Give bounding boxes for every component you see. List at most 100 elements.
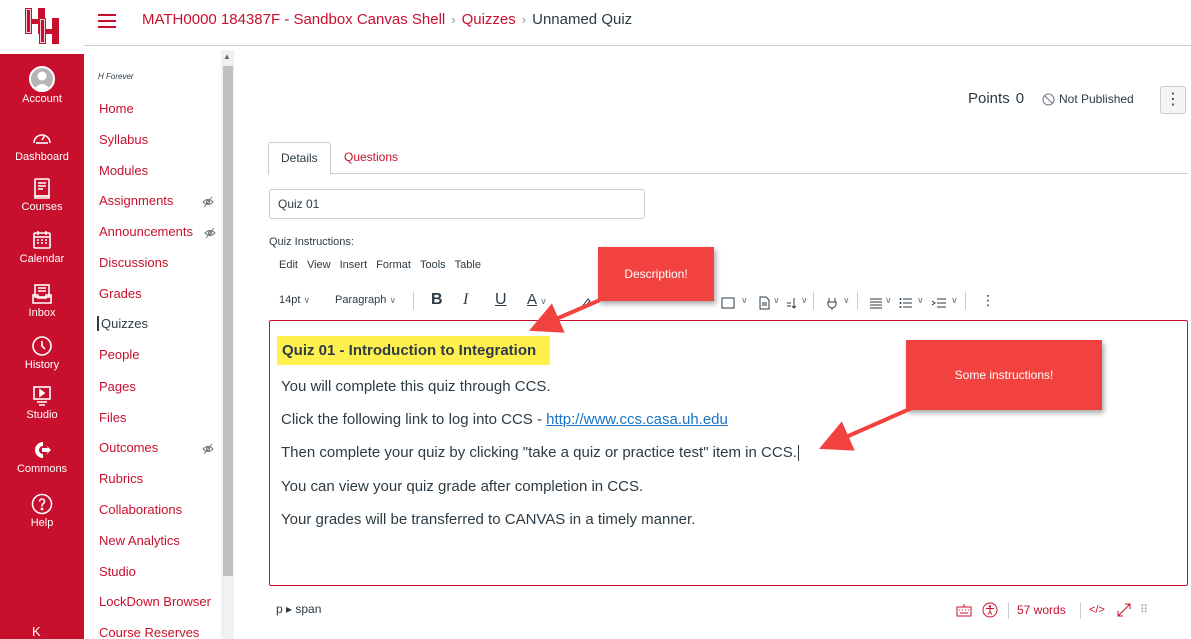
gnav-calendar[interactable]: Calendar xyxy=(0,228,84,266)
fullscreen-expand-icon[interactable] xyxy=(1116,602,1132,618)
gnav-account[interactable]: Account xyxy=(0,66,84,106)
more-toolbar-icon[interactable]: ⋮ xyxy=(981,290,995,310)
course-nav-assignments[interactable]: Assignments xyxy=(99,193,173,208)
course-nav-home[interactable]: Home xyxy=(99,101,134,116)
chevron-down-icon[interactable]: ∨ xyxy=(843,290,850,310)
gnav-inbox[interactable]: Inbox xyxy=(0,282,84,320)
statusbar-divider xyxy=(1080,602,1081,619)
block-format-select[interactable]: Paragraph ∨ xyxy=(335,290,396,310)
course-nav-collaborations[interactable]: Collaborations xyxy=(99,502,182,517)
chevron-down-icon: ∨ xyxy=(540,296,547,306)
commons-icon xyxy=(30,438,54,462)
text-color-button[interactable]: A ∨ xyxy=(527,290,547,310)
align-icon[interactable] xyxy=(869,293,883,313)
course-nav-quizzes[interactable]: Quizzes xyxy=(97,316,148,331)
gnav-help[interactable]: Help xyxy=(0,492,84,530)
underline-button[interactable]: U xyxy=(495,290,507,310)
inbox-icon xyxy=(30,282,54,306)
course-nav-course-reserves[interactable]: Course Reserves xyxy=(99,625,199,639)
italic-button[interactable]: I xyxy=(463,290,468,310)
course-nav-modules[interactable]: Modules xyxy=(99,163,148,178)
gnav-courses-label: Courses xyxy=(21,201,63,213)
element-path[interactable]: p ▸ span xyxy=(276,602,321,616)
menu-view[interactable]: View xyxy=(307,259,331,271)
gnav-dashboard-label: Dashboard xyxy=(15,151,69,163)
resize-handle-icon[interactable]: ⠿ xyxy=(1140,600,1148,620)
font-size-select[interactable]: 14pt ∨ xyxy=(279,290,310,310)
html-editor-toggle[interactable]: </> xyxy=(1089,600,1105,620)
not-published-icon xyxy=(1042,93,1055,105)
embed-plugin-icon[interactable] xyxy=(825,293,839,313)
points-label: Points xyxy=(968,90,1010,107)
bold-button[interactable]: B xyxy=(431,290,443,310)
menu-insert[interactable]: Insert xyxy=(340,259,368,271)
editor-menubar: Edit View Insert Format Tools Table xyxy=(279,259,481,271)
quiz-title-input[interactable] xyxy=(269,189,645,219)
course-nav-rubrics[interactable]: Rubrics xyxy=(99,471,143,486)
gnav-account-label: Account xyxy=(22,93,62,105)
quiz-options-button[interactable]: ⋮ xyxy=(1160,86,1186,114)
course-nav-studio[interactable]: Studio xyxy=(99,564,136,579)
course-nav-new-analytics[interactable]: New Analytics xyxy=(99,533,180,548)
indent-icon[interactable] xyxy=(931,293,947,313)
chevron-down-icon[interactable]: ∨ xyxy=(741,290,748,310)
page-header: MATH0000 184387F - Sandbox Canvas Shell ›… xyxy=(84,0,1191,46)
keyboard-icon[interactable] xyxy=(956,603,972,617)
course-nav-scrollbar-thumb[interactable] xyxy=(223,66,233,576)
course-nav-grades[interactable]: Grades xyxy=(99,286,142,301)
instruction-paragraph-2: Click the following link to log into CCS… xyxy=(281,411,728,428)
highlight-pen-icon[interactable] xyxy=(579,293,593,313)
course-nav-syllabus[interactable]: Syllabus xyxy=(99,132,148,147)
course-nav-announcements[interactable]: Announcements xyxy=(99,224,193,239)
hidden-eye-icon xyxy=(202,196,214,208)
breadcrumb-quizzes-link[interactable]: Quizzes xyxy=(462,11,516,28)
gnav-commons[interactable]: Commons xyxy=(0,438,84,476)
word-count[interactable]: 57 words xyxy=(1017,600,1066,620)
course-nav-lockdown-browser[interactable]: LockDown Browser xyxy=(99,594,211,609)
menu-edit[interactable]: Edit xyxy=(279,259,298,271)
chevron-down-icon[interactable]: ∨ xyxy=(773,290,780,310)
gnav-studio[interactable]: Studio xyxy=(0,384,84,422)
accessibility-icon[interactable] xyxy=(982,602,998,618)
collapse-nav-button[interactable]: K xyxy=(32,624,41,639)
instruction-paragraph-3-text: Then complete your quiz by clicking "tak… xyxy=(281,444,797,461)
publish-status: Not Published xyxy=(1042,92,1134,106)
logo-area[interactable] xyxy=(0,0,84,54)
sort-alpha-icon[interactable] xyxy=(785,293,799,313)
ccs-link[interactable]: http://www.ccs.casa.uh.edu xyxy=(546,411,728,428)
chevron-down-icon[interactable]: ∨ xyxy=(885,290,892,310)
global-nav: Account Dashboard Courses Calendar Inbox xyxy=(0,0,84,639)
course-nav-outcomes[interactable]: Outcomes xyxy=(99,440,158,455)
chevron-down-icon[interactable]: ∨ xyxy=(917,290,924,310)
menu-table[interactable]: Table xyxy=(455,259,481,271)
tab-questions[interactable]: Questions xyxy=(332,142,410,174)
chevron-down-icon[interactable]: ∨ xyxy=(951,290,958,310)
image-icon[interactable] xyxy=(721,293,735,313)
menu-tools[interactable]: Tools xyxy=(420,259,446,271)
calendar-icon xyxy=(30,228,54,252)
course-nav-pages[interactable]: Pages xyxy=(99,379,136,394)
gnav-dashboard[interactable]: Dashboard xyxy=(0,126,84,164)
points-value: 0 xyxy=(1015,90,1025,107)
document-icon[interactable] xyxy=(757,293,771,313)
course-nav-files[interactable]: Files xyxy=(99,410,126,425)
font-size-value: 14pt xyxy=(279,294,301,306)
course-nav-people[interactable]: People xyxy=(99,347,139,362)
course-nav-discussions[interactable]: Discussions xyxy=(99,255,168,270)
breadcrumb-separator: › xyxy=(451,12,456,27)
menu-format[interactable]: Format xyxy=(376,259,411,271)
gnav-history[interactable]: History xyxy=(0,334,84,372)
hamburger-menu-icon[interactable] xyxy=(98,14,116,28)
bullet-list-icon[interactable] xyxy=(899,293,913,313)
chevron-down-icon[interactable]: ∨ xyxy=(801,290,808,310)
tab-details[interactable]: Details xyxy=(268,142,331,175)
block-format-value: Paragraph xyxy=(335,294,387,306)
text-color-glyph: A xyxy=(527,291,538,308)
callout-instructions: Some instructions! xyxy=(906,340,1102,410)
callout-description: Description! xyxy=(598,247,714,301)
gnav-courses[interactable]: Courses xyxy=(0,176,84,214)
gnav-commons-label: Commons xyxy=(16,463,68,475)
breadcrumb-course-link[interactable]: MATH0000 184387F - Sandbox Canvas Shell xyxy=(142,11,445,28)
scroll-up-arrow-icon[interactable]: ▲ xyxy=(223,52,231,61)
uh-logo-icon[interactable] xyxy=(24,6,60,46)
